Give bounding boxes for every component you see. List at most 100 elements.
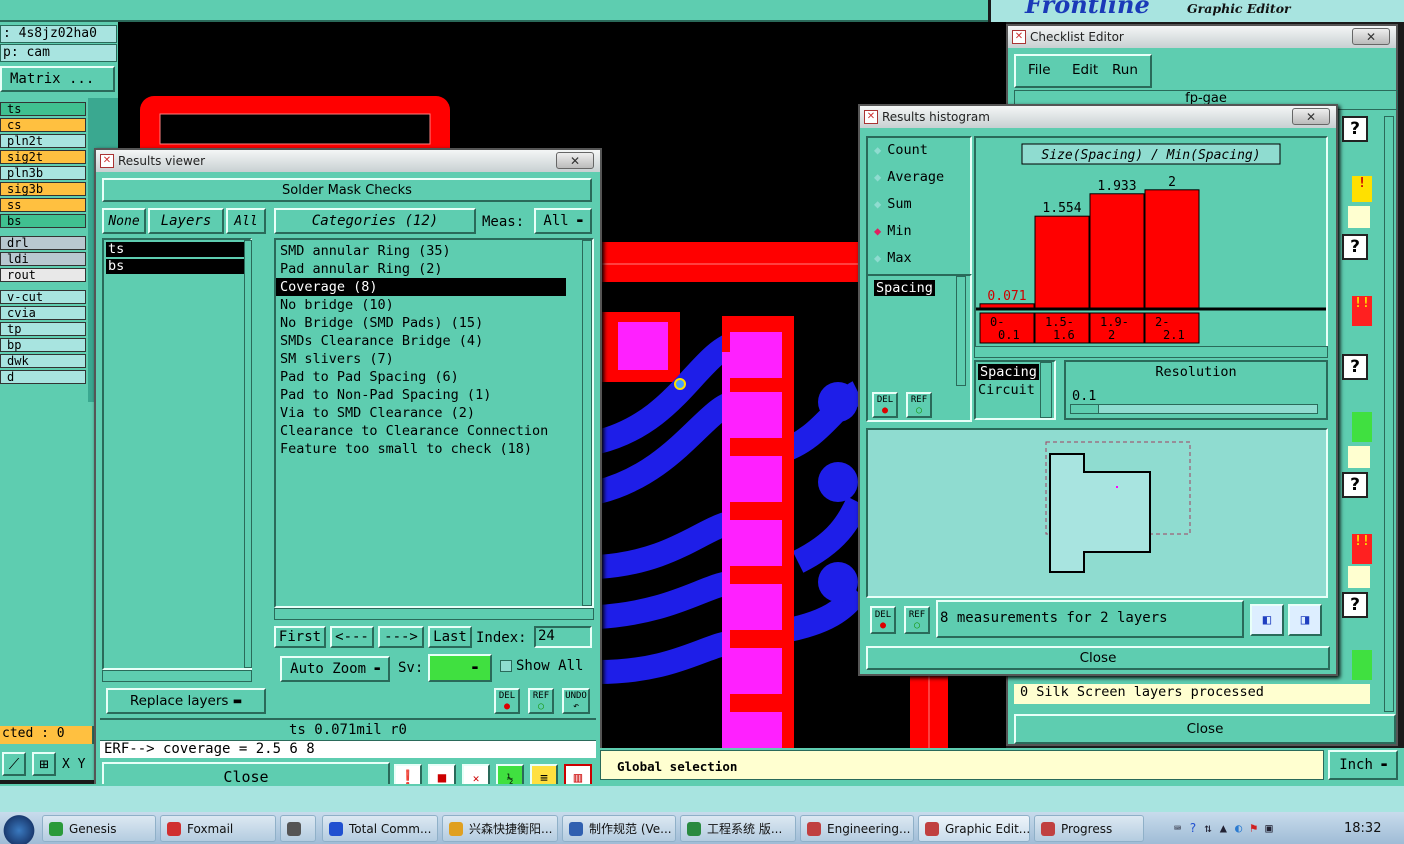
category-item[interactable]: Pad to Pad Spacing (6) (276, 368, 592, 386)
histogram-chart[interactable]: Size(Spacing) / Min(Spacing) 0.071 0- 0.1 1.… (974, 136, 1328, 356)
mode-radio-min[interactable]: ◆ Min (874, 223, 912, 239)
property-item[interactable]: Circuit (978, 382, 1035, 398)
taskbar-button[interactable]: Graphic Edit... (918, 815, 1030, 842)
help-icon[interactable]: ? (1342, 234, 1368, 260)
radio-diamond-icon[interactable]: ◆ (874, 197, 881, 211)
layers-hscroll[interactable] (102, 670, 252, 682)
chart-hscroll[interactable] (974, 346, 1328, 358)
del-button[interactable]: DEL ● (872, 392, 898, 418)
network-icon[interactable]: ⇅ (1204, 821, 1211, 835)
mode-radio-count[interactable]: ◆ Count (874, 142, 928, 158)
checklist-close-button[interactable]: Close (1014, 714, 1396, 744)
taskbar-button[interactable]: 工程系统 版... (680, 815, 796, 842)
edit-menu[interactable]: Edit (1072, 62, 1098, 78)
help-icon[interactable]: ? (1342, 592, 1368, 618)
all-button[interactable]: All (226, 208, 266, 234)
taskbar-button[interactable]: Total Comm... (322, 815, 438, 842)
radio-diamond-icon[interactable]: ◆ (874, 251, 881, 265)
layer-item-cs[interactable]: cs (0, 118, 86, 132)
layer-item-pln2t[interactable]: pln2t (0, 134, 86, 148)
mode-radio-sum[interactable]: ◆ Sum (874, 196, 912, 212)
mode-radio-average[interactable]: ◆ Average (874, 169, 944, 185)
layer-item-cvia[interactable]: cvia (0, 306, 86, 320)
layer-item-pln3b[interactable]: pln3b (0, 166, 86, 180)
del-button[interactable]: DEL ● (494, 688, 520, 714)
prev-button[interactable]: <--- (330, 626, 374, 648)
category-item[interactable]: SMD annular Ring (35) (276, 242, 592, 260)
mode-radio-max[interactable]: ◆ Max (874, 250, 912, 266)
categories-hscroll[interactable] (274, 608, 594, 620)
close-window-button[interactable]: ✕ (1352, 28, 1390, 45)
layer-item-tp[interactable]: tp (0, 322, 86, 336)
layers-button[interactable]: Layers (148, 208, 224, 234)
grid-snap-icon[interactable]: ⊞ (32, 752, 56, 776)
units-select[interactable]: Inch ▬ (1328, 750, 1398, 780)
categories-listbox[interactable]: SMD annular Ring (35) Pad annular Ring (2… (274, 238, 594, 608)
show-all-checkbox[interactable] (500, 660, 512, 672)
command-line[interactable] (0, 784, 1404, 812)
next-button[interactable]: ---> (378, 626, 424, 648)
zoom-home-icon[interactable]: ◨ (1288, 604, 1322, 636)
resolution-slider[interactable] (1070, 404, 1318, 414)
taskbar-button[interactable]: Progress (1034, 815, 1144, 842)
taskbar-button[interactable]: Genesis (42, 815, 156, 842)
keyboard-icon[interactable]: ⌨ (1174, 821, 1181, 835)
category-item[interactable]: SM slivers (7) (276, 350, 592, 368)
help-icon[interactable]: ? (1342, 116, 1368, 142)
category-item[interactable]: No Bridge (SMD Pads) (15) (276, 314, 592, 332)
category-item[interactable]: Pad to Non-Pad Spacing (1) (276, 386, 592, 404)
layer-item-d[interactable]: d (0, 370, 86, 384)
category-item[interactable]: Via to SMD Clearance (2) (276, 404, 592, 422)
measure-icon[interactable]: ⟋ (2, 752, 26, 776)
series-item[interactable]: Spacing (874, 280, 935, 296)
slider-thumb[interactable] (1071, 405, 1099, 413)
radio-diamond-icon[interactable]: ◆ (874, 224, 881, 238)
layer-item-drl[interactable]: drl (0, 236, 86, 250)
histogram-close-button[interactable]: Close (866, 646, 1330, 670)
antivirus-icon[interactable]: ⚑ (1250, 821, 1257, 835)
layer-item-bs[interactable]: bs (0, 214, 86, 228)
layer-item-sig2t[interactable]: sig2t (0, 150, 86, 164)
layer-item-dwk[interactable]: dwk (0, 354, 86, 368)
category-item[interactable]: No bridge (10) (276, 296, 592, 314)
ref-button[interactable]: REF ○ (528, 688, 554, 714)
taskbar-button[interactable] (280, 815, 316, 842)
category-item[interactable]: Feature too small to check (18) (276, 440, 592, 458)
taskbar-button[interactable]: 兴森快捷衡阳... (442, 815, 558, 842)
close-window-button[interactable]: ✕ (556, 152, 594, 169)
layer-item-bp[interactable]: bp (0, 338, 86, 352)
file-menu[interactable]: File (1028, 62, 1051, 78)
result-layer-item[interactable]: bs (106, 259, 244, 274)
del-button[interactable]: DEL ● (870, 606, 896, 634)
layers-listbox[interactable]: ts bs (102, 238, 252, 670)
zoom-select[interactable]: Auto Zoom ▬ (280, 656, 390, 682)
taskbar-button[interactable]: Foxmail (160, 815, 276, 842)
first-button[interactable]: First (274, 626, 326, 648)
result-layer-item[interactable]: ts (106, 242, 244, 257)
run-menu[interactable]: Run (1112, 62, 1138, 78)
property-item[interactable]: Spacing (978, 364, 1039, 380)
index-input[interactable]: 24 (534, 626, 592, 648)
layer-item-sig3b[interactable]: sig3b (0, 182, 86, 196)
taskbar-button[interactable]: Engineering... (800, 815, 914, 842)
arrow-up-icon[interactable]: ▲ (1220, 821, 1227, 835)
taskbar-button[interactable]: 制作规范 (Ve... (562, 815, 676, 842)
help-tray-icon[interactable]: ? (1189, 821, 1196, 835)
category-item[interactable]: Coverage (8) (276, 278, 566, 296)
radio-diamond-icon[interactable]: ◆ (874, 143, 881, 157)
sv-select[interactable]: ▬ (428, 654, 492, 682)
none-button[interactable]: None (102, 208, 146, 234)
replace-layers-button[interactable]: Replace layers ▬ (106, 688, 266, 714)
last-button[interactable]: Last (428, 626, 472, 648)
categories-button[interactable]: Categories (12) (274, 208, 476, 234)
help-icon[interactable]: ? (1342, 472, 1368, 498)
ref-button[interactable]: REF ○ (906, 392, 932, 418)
category-item[interactable]: SMDs Clearance Bridge (4) (276, 332, 592, 350)
checklist-vscroll[interactable] (1384, 116, 1394, 712)
category-item[interactable]: Clearance to Clearance Connection (276, 422, 592, 440)
layer-item-ss[interactable]: ss (0, 198, 86, 212)
radio-diamond-icon[interactable]: ◆ (874, 170, 881, 184)
layer-item-ldi[interactable]: ldi (0, 252, 86, 266)
monitor-icon[interactable]: ▣ (1265, 821, 1272, 835)
layer-item-v-cut[interactable]: v-cut (0, 290, 86, 304)
